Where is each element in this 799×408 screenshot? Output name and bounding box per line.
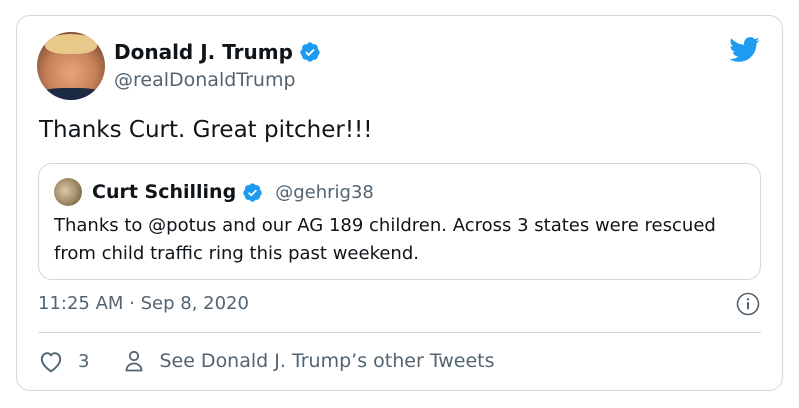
author-name[interactable]: Donald J. Trump	[114, 40, 293, 64]
see-other-tweets-label: See Donald J. Trump’s other Tweets	[159, 350, 495, 372]
like-button[interactable]: 3	[38, 349, 89, 373]
quoted-author-avatar[interactable]	[54, 178, 82, 206]
tweet-text: Thanks Curt. Great pitcher!!!	[39, 117, 373, 143]
avatar-hair	[45, 34, 97, 54]
verified-badge-icon	[300, 42, 320, 62]
divider	[38, 332, 761, 333]
quoted-tweet[interactable]: Curt Schilling @gehrig38 Thanks to @potu…	[38, 163, 761, 280]
tweet-card[interactable]: Donald J. Trump @realDonaldTrump Thanks …	[16, 15, 783, 391]
like-count: 3	[78, 350, 90, 372]
info-icon[interactable]	[736, 292, 760, 316]
see-other-tweets-link[interactable]: See Donald J. Trump’s other Tweets	[123, 349, 495, 373]
quoted-tweet-header: Curt Schilling @gehrig38	[54, 178, 374, 206]
quoted-author-handle[interactable]: @gehrig38	[275, 182, 374, 203]
quoted-author-name[interactable]: Curt Schilling	[92, 181, 236, 203]
heart-icon	[40, 352, 62, 373]
author-name-row: Donald J. Trump	[114, 40, 321, 64]
tweet-actions: 3 See Donald J. Trump’s other Tweets	[38, 349, 495, 373]
author-block[interactable]: Donald J. Trump @realDonaldTrump	[114, 40, 321, 91]
verified-badge-icon	[243, 182, 262, 202]
quoted-tweet-text: Thanks to @potus and our AG 189 children…	[54, 215, 716, 264]
author-handle[interactable]: @realDonaldTrump	[114, 69, 321, 91]
person-icon	[126, 350, 143, 372]
twitter-bird-icon[interactable]	[728, 36, 760, 63]
avatar-suit	[37, 88, 105, 100]
tweet-timestamp[interactable]: 11:25 AM · Sep 8, 2020	[38, 293, 249, 314]
author-avatar[interactable]	[37, 32, 105, 100]
